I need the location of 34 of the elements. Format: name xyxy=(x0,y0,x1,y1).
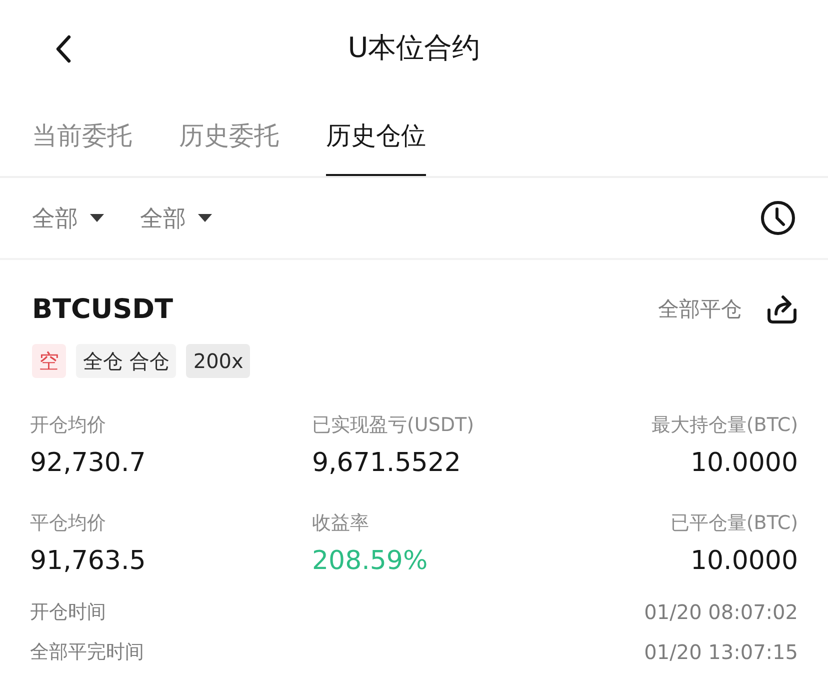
stat-label: 开仓均价 xyxy=(30,413,106,438)
tab[interactable]: 历史委托 xyxy=(179,96,279,176)
tab[interactable]: 历史仓位 xyxy=(326,96,426,176)
caret-icon xyxy=(198,214,212,222)
stat-value: 9,671.5522 xyxy=(312,447,461,480)
share-icon xyxy=(766,294,798,324)
stat-value: 10.0000 xyxy=(690,447,798,480)
stat-label: 最大持仓量(BTC) xyxy=(651,413,798,438)
close-all-link[interactable]: 全部平仓 xyxy=(658,295,742,323)
stat-label: 平仓均价 xyxy=(30,511,106,536)
time-value: 01/20 08:07:02 xyxy=(644,600,798,624)
page-title: U本位合约 xyxy=(348,30,480,66)
tab[interactable]: 当前委托 xyxy=(32,96,132,176)
symbol-name: BTCUSDT xyxy=(31,294,174,324)
mode-tag: 全仓 合仓 xyxy=(76,344,176,378)
stat-value: 208.59% xyxy=(312,545,428,578)
clock-icon xyxy=(760,200,796,236)
time-label: 开仓时间 xyxy=(30,600,106,625)
stat-value: 91,763.5 xyxy=(30,545,146,578)
filter-dropdown[interactable]: 全部 xyxy=(140,202,212,234)
time-label: 全部平完时间 xyxy=(30,640,144,665)
stat-label: 已实现盈亏(USDT) xyxy=(312,413,474,438)
leverage-tag: 200x xyxy=(186,344,250,378)
caret-icon xyxy=(90,214,104,222)
filter-dropdown[interactable]: 全部 xyxy=(32,202,104,234)
time-value: 01/20 13:07:15 xyxy=(644,640,798,664)
stat-label: 收益率 xyxy=(312,511,369,536)
stat-value: 10.0000 xyxy=(690,545,798,578)
back-icon xyxy=(55,35,71,63)
share-button[interactable] xyxy=(766,294,798,324)
stat-value: 92,730.7 xyxy=(30,447,146,480)
side-tag: 空 xyxy=(32,344,66,378)
stat-label: 已平仓量(BTC) xyxy=(670,511,798,536)
clock-button[interactable] xyxy=(760,200,796,236)
